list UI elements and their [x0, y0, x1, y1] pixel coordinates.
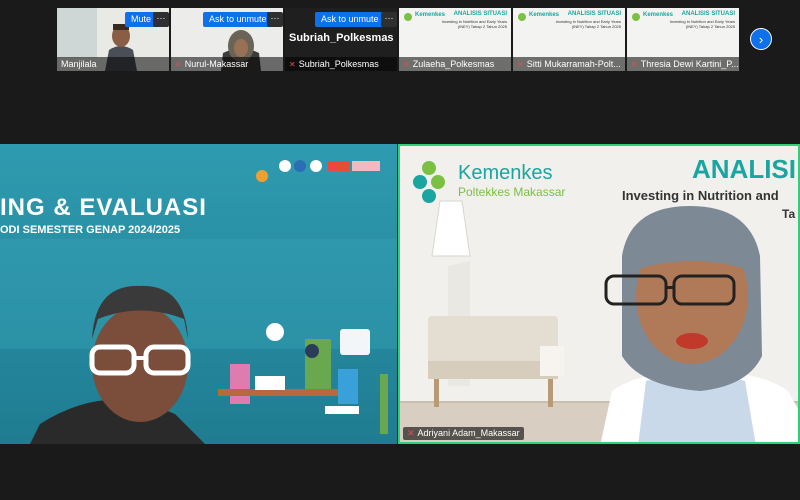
- slide-title: ANALISIS SITUASI: [567, 11, 621, 17]
- mic-muted-icon: ✕: [631, 60, 638, 69]
- brand-title: Kemenkes: [458, 162, 553, 184]
- participant-tile[interactable]: Ask to unmute ··· ✕ Nurul-Makassar: [171, 8, 283, 71]
- slide-subtitle: Investing in Nutrition and Early Years (…: [555, 19, 621, 29]
- slide-subtitle: Investing in Nutrition and: [622, 188, 779, 203]
- slide-subheading: ODI SEMESTER GENAP 2024/2025: [0, 224, 181, 236]
- video-tile-active-speaker[interactable]: Kemenkes Poltekkes Makassar ANALISI Inve…: [398, 144, 800, 444]
- participant-tile[interactable]: Kemenkes ANALISIS SITUASI Investing in N…: [627, 8, 739, 71]
- virtual-background: [0, 144, 397, 444]
- participant-tile[interactable]: Kemenkes ANALISIS SITUASI Investing in N…: [513, 8, 625, 71]
- slide-title: ANALISIS SITUASI: [681, 11, 735, 17]
- more-options-button[interactable]: ···: [153, 12, 169, 27]
- participant-name: Manjilala: [57, 57, 169, 71]
- video-tile-presenter[interactable]: ING & EVALUASI ODI SEMESTER GENAP 2024/2…: [0, 144, 397, 444]
- slide-brand: Kemenkes: [643, 12, 674, 18]
- participant-name: ✕ Nurul-Makassar: [171, 57, 283, 71]
- slide-heading: ING & EVALUASI: [0, 194, 207, 221]
- slide-title: ANALISI: [692, 154, 796, 184]
- ask-to-unmute-button[interactable]: Ask to unmute: [315, 12, 385, 27]
- more-options-button[interactable]: ···: [381, 12, 397, 27]
- slide-brand: Kemenkes: [415, 12, 446, 18]
- mic-muted-icon: ✕: [517, 60, 524, 69]
- participant-name: ✕ Adriyani Adam_Makassar: [403, 427, 524, 440]
- slide-brand: Kemenkes: [529, 12, 560, 18]
- kemenkes-logo-icon: [404, 13, 412, 21]
- participant-name: ✕ Thresia Dewi Kartini_P...: [627, 57, 739, 71]
- participant-tile[interactable]: Ask to unmute ··· Subriah_Polkesmas ✕ Sub…: [285, 8, 397, 71]
- ask-to-unmute-button[interactable]: Ask to unmute: [203, 12, 273, 27]
- more-options-button[interactable]: ···: [267, 12, 283, 27]
- slide-subtitle-2: Ta: [782, 207, 796, 221]
- participant-tile[interactable]: Kemenkes ANALISIS SITUASI Investing in N…: [399, 8, 511, 71]
- mic-muted-icon: ✕: [175, 60, 182, 69]
- participant-name: ✕ Sitti Mukarramah-Polt...: [513, 57, 625, 71]
- slide-subtitle: Investing in Nutrition and Early Years (…: [441, 19, 507, 29]
- kemenkes-logo-icon: [413, 161, 445, 203]
- mic-muted-icon: ✕: [403, 60, 410, 69]
- chevron-right-icon: ›: [758, 32, 764, 47]
- participant-name: ✕ Zulaeha_Polkesmas: [399, 57, 511, 71]
- mic-muted-icon: ✕: [407, 428, 415, 438]
- brand-subtitle: Poltekkes Makassar: [458, 185, 566, 199]
- participant-strip: Mute ··· Manjilala Ask to unmute ··· ✕ Nu…: [57, 8, 739, 71]
- participant-name: ✕ Subriah_Polkesmas: [285, 57, 397, 71]
- participant-tile[interactable]: Mute ··· Manjilala: [57, 8, 169, 71]
- next-page-button[interactable]: ›: [750, 28, 772, 50]
- slide-title: ANALISIS SITUASI: [453, 11, 507, 17]
- kemenkes-logo-icon: [518, 13, 526, 21]
- mic-muted-icon: ✕: [289, 60, 296, 69]
- participant-display-name: Subriah_Polkesmas: [289, 32, 394, 44]
- slide-subtitle: Investing in Nutrition and Early Years (…: [669, 19, 735, 29]
- kemenkes-logo-icon: [632, 13, 640, 21]
